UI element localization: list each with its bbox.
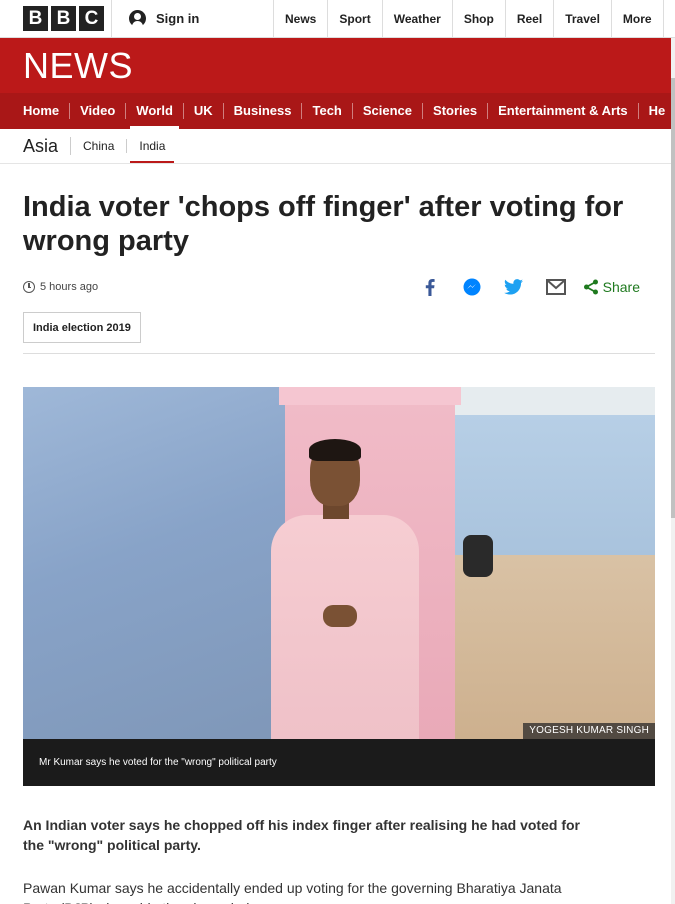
bbc-logo[interactable]: B B C [0,0,112,37]
top-nav-news[interactable]: News [274,0,329,38]
article-image: YOGESH KUMAR SINGH [23,387,655,739]
messenger-icon[interactable] [451,276,493,298]
divider [23,353,655,354]
top-nav-travel[interactable]: Travel [554,0,612,38]
email-icon[interactable] [535,276,577,298]
share-button[interactable]: Share [583,279,640,295]
clock-icon [23,281,35,293]
top-nav-weather[interactable]: Weather [383,0,453,38]
news-banner: NEWS [0,38,675,93]
news-wordmark[interactable]: NEWS [23,46,133,86]
section-nav-entertainment[interactable]: Entertainment & Arts [488,103,639,119]
top-bar: B B C Sign in News Sport Weather Shop Re… [0,0,675,38]
section-nav-video[interactable]: Video [70,103,127,119]
article-lede: An Indian voter says he chopped off his … [23,817,580,853]
facebook-icon[interactable] [409,276,451,298]
section-nav: Home Video World UK Business Tech Scienc… [0,93,675,129]
topic-tag[interactable]: India election 2019 [23,312,141,343]
user-icon [129,10,146,27]
top-nav-shop[interactable]: Shop [453,0,506,38]
top-nav-more[interactable]: More [612,0,664,38]
sign-in-button[interactable]: Sign in [112,0,274,37]
sub-nav-india[interactable]: India [127,139,177,163]
sub-nav-china[interactable]: China [71,139,128,153]
scrollbar[interactable] [671,38,675,904]
section-nav-home[interactable]: Home [13,103,71,119]
sign-in-label: Sign in [156,11,200,26]
scrollbar-thumb[interactable] [671,78,675,518]
top-nav-sport[interactable]: Sport [328,0,383,38]
share-icon [583,279,598,295]
section-nav-science[interactable]: Science [353,103,424,119]
image-caption: Mr Kumar says he voted for the "wrong" p… [23,739,655,786]
top-nav-reel[interactable]: Reel [506,0,555,38]
top-nav: News Sport Weather Shop Reel Travel More [274,0,664,38]
article-headline: India voter 'chops off finger' after vot… [23,191,624,257]
section-nav-stories[interactable]: Stories [423,103,489,119]
bbc-logo-letter: B [51,6,76,31]
section-nav-uk[interactable]: UK [184,103,224,119]
section-nav-tech[interactable]: Tech [302,103,353,119]
share-tools: Share [409,276,640,298]
article-meta: 5 hours ago Share [23,276,653,298]
bbc-logo-letter: C [79,6,104,31]
article-timestamp: 5 hours ago [40,281,99,293]
share-label: Share [602,279,640,295]
region-title[interactable]: Asia [23,137,72,155]
sub-nav: Asia China India [0,129,675,164]
article-body-paragraph: Pawan Kumar says he accidentally ended u… [23,880,562,904]
section-nav-world[interactable]: World [126,103,184,129]
section-nav-business[interactable]: Business [224,103,303,119]
section-nav-health[interactable]: He [639,103,675,119]
bbc-logo-letter: B [23,6,48,31]
twitter-icon[interactable] [493,276,535,298]
image-credit: YOGESH KUMAR SINGH [523,723,655,739]
